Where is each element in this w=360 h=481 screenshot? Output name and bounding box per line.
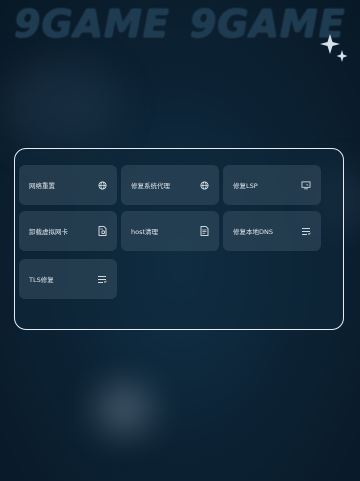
tile-fix-local-dns[interactable]: 修复本地DNS	[223, 211, 321, 251]
brand-text-left: 9GAME	[14, 2, 170, 46]
tile-label: TLS修复	[29, 276, 54, 284]
brand-header: 9GAME 9GAME	[14, 2, 360, 46]
tile-tls-repair[interactable]: TLS修复	[19, 259, 117, 299]
globe-icon	[97, 180, 107, 190]
tile-label: host清理	[131, 228, 159, 236]
tile-fix-lsp[interactable]: 修复LSP	[223, 165, 321, 205]
document-icon	[199, 226, 209, 236]
tile-fix-system-proxy[interactable]: 修复系统代理	[121, 165, 219, 205]
globe-icon	[199, 180, 209, 190]
background-glow	[98, 386, 150, 432]
document-settings-icon	[97, 226, 107, 236]
tile-network-reset[interactable]: 网络重置	[19, 165, 117, 205]
tile-label: 修复本地DNS	[233, 228, 273, 236]
tile-host-cleanup[interactable]: host清理	[121, 211, 219, 251]
tile-uninstall-virtual-nic[interactable]: 卸载虚拟网卡	[19, 211, 117, 251]
background-glow	[0, 60, 120, 150]
sparkle-icon	[320, 34, 348, 62]
tile-label: 网络重置	[29, 182, 55, 190]
tile-label: 修复系统代理	[131, 182, 170, 190]
list-icon	[97, 274, 107, 284]
tile-label: 卸载虚拟网卡	[29, 228, 68, 236]
tile-label: 修复LSP	[233, 182, 258, 190]
list-icon	[301, 226, 311, 236]
tools-panel: 网络重置 修复系统代理 修复LSP 卸载虚拟网卡 host清理 修复本地DNS	[14, 148, 344, 330]
monitor-icon	[301, 180, 311, 190]
